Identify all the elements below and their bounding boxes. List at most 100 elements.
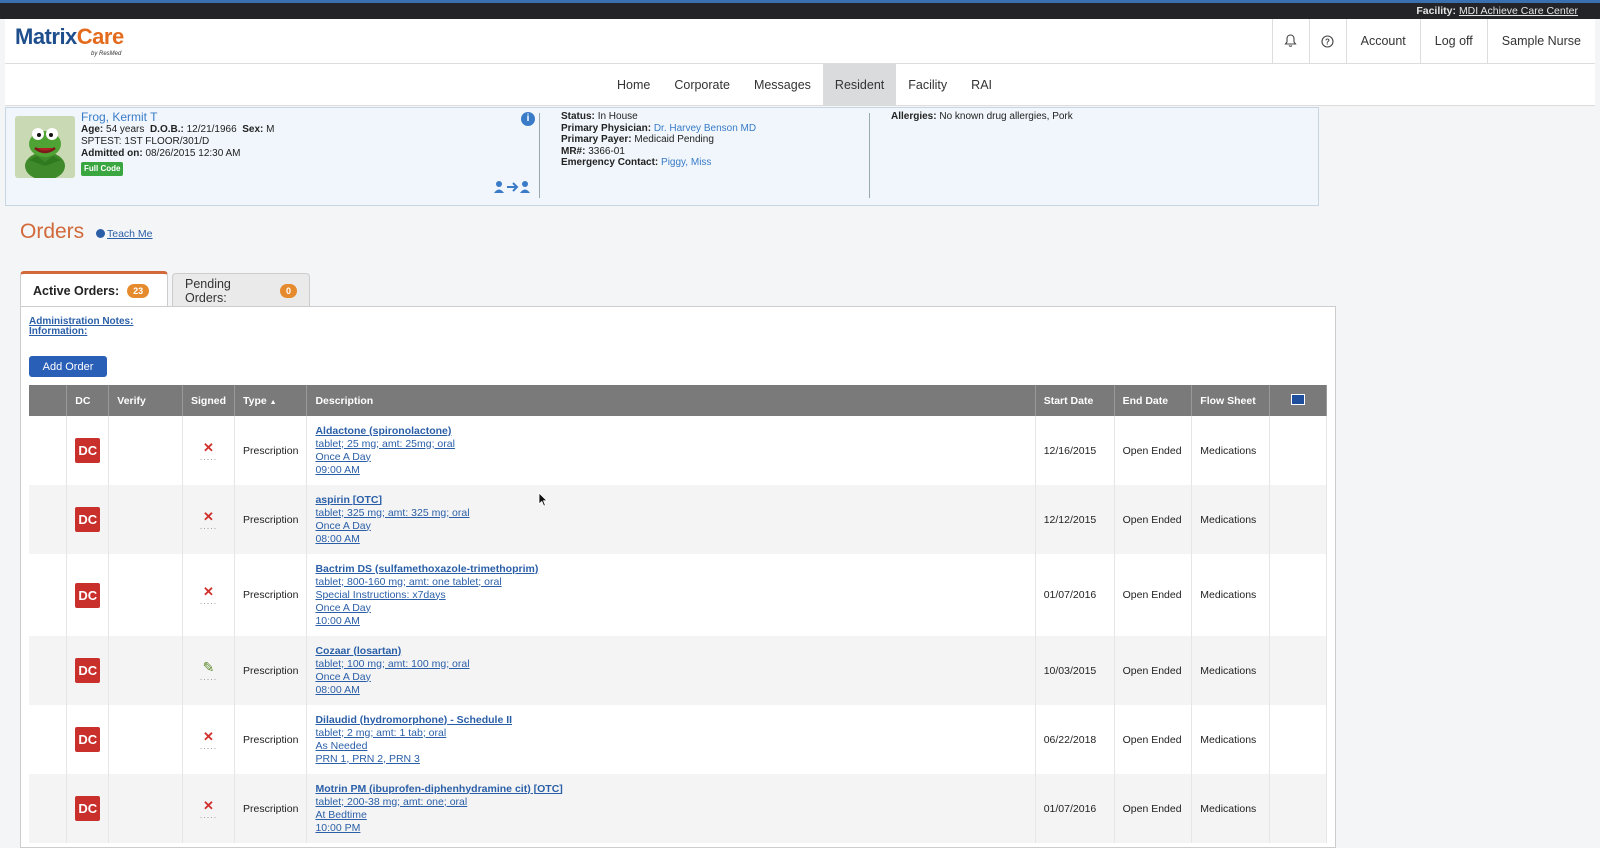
col-type[interactable]: Type ▲ <box>234 385 308 416</box>
description-cell: Cozaar (losartan) tablet; 100 mg; amt: 10… <box>306 636 1036 705</box>
order-description-link[interactable]: 10:00 PM <box>315 822 1026 835</box>
physician-link[interactable]: Dr. Harvey Benson MD <box>654 123 756 134</box>
dc-button[interactable]: DC <box>75 582 101 608</box>
order-description-link[interactable]: At Bedtime <box>315 809 1026 822</box>
dc-button[interactable]: DC <box>75 438 101 463</box>
nav-home[interactable]: Home <box>605 64 662 106</box>
resident-location: SPTEST: 1ST FLOOR/301/D <box>81 136 210 147</box>
flag-cell[interactable] <box>1269 705 1327 774</box>
order-description-link[interactable]: Once A Day <box>315 671 1026 684</box>
order-description-link[interactable]: tablet; 2 mg; amt: 1 tab; oral <box>315 727 1026 740</box>
account-link[interactable]: Account <box>1345 19 1420 63</box>
order-description-link[interactable]: tablet; 25 mg; amt: 25mg; oral <box>315 438 1026 451</box>
verify-cell <box>108 705 183 774</box>
resident-photo[interactable] <box>15 116 75 178</box>
dc-button[interactable]: DC <box>75 658 101 683</box>
select-cell[interactable] <box>29 705 68 774</box>
flag-cell[interactable] <box>1269 485 1327 554</box>
order-description-link[interactable]: 08:00 AM <box>315 684 1026 697</box>
order-description-link[interactable]: tablet; 200-38 mg; amt: one; oral <box>315 796 1026 809</box>
resident-admitted: 08/26/2015 12:30 AM <box>145 148 241 159</box>
order-description-link[interactable]: Once A Day <box>315 520 1026 533</box>
order-description-link[interactable]: Once A Day <box>315 451 1026 464</box>
table-row[interactable]: DC ✕..... Prescription Dilaudid (hydromorph… <box>29 705 1327 774</box>
order-description-link[interactable]: 10:00 AM <box>315 615 1026 628</box>
order-description-link[interactable]: Aldactone (spironolactone) <box>315 425 1026 438</box>
order-description-link[interactable]: Bactrim DS (sulfamethoxazole-trimethopri… <box>315 563 1026 576</box>
resident-banner: Frog, Kermit T Age: 54 years D.O.B.: 12/… <box>5 107 1319 206</box>
verify-cell <box>108 774 183 843</box>
verify-cell <box>108 416 183 485</box>
order-description-link[interactable]: aspirin [OTC] <box>315 494 1026 507</box>
dc-button[interactable]: DC <box>75 727 101 752</box>
start-date-cell: 01/07/2016 <box>1035 554 1115 636</box>
order-description-link[interactable]: tablet; 800-160 mg; amt: one tablet; ora… <box>315 576 1026 589</box>
table-row[interactable]: DC ✕..... Prescription aspirin [OTC] tablet;… <box>29 485 1327 554</box>
table-row[interactable]: DC ✎..... Prescription Cozaar (losartan) tab… <box>29 636 1327 705</box>
tab-pending-orders[interactable]: Pending Orders: 0 <box>172 273 310 307</box>
table-row[interactable]: DC ✕..... Prescription Bactrim DS (sulfamet… <box>29 554 1327 636</box>
dc-button[interactable]: DC <box>75 796 101 821</box>
order-description-link[interactable]: 08:00 AM <box>315 533 1026 546</box>
order-description-link[interactable]: Motrin PM (ibuprofen-diphenhydramine cit… <box>315 783 1026 796</box>
col-end-date[interactable]: End Date <box>1114 385 1193 416</box>
emergency-contact-link[interactable]: Piggy, Miss <box>661 157 711 168</box>
col-flow-sheet[interactable]: Flow Sheet <box>1191 385 1271 416</box>
nav-rai[interactable]: RAI <box>959 64 1004 106</box>
user-menu[interactable]: Sample Nurse <box>1486 19 1595 63</box>
order-description-link[interactable]: Cozaar (losartan) <box>315 645 1026 658</box>
order-description-link[interactable]: tablet; 325 mg; amt: 325 mg; oral <box>315 507 1026 520</box>
col-start-date[interactable]: Start Date <box>1035 385 1115 416</box>
table-row[interactable]: DC ✕..... Prescription Aldactone (spironola… <box>29 416 1327 485</box>
col-dc[interactable]: DC <box>66 385 110 416</box>
select-cell[interactable] <box>29 554 68 636</box>
logoff-link[interactable]: Log off <box>1419 19 1487 63</box>
resident-name[interactable]: Frog, Kermit T <box>81 111 274 123</box>
col-flag[interactable] <box>1269 385 1327 416</box>
tab-active-orders[interactable]: Active Orders: 23 <box>20 271 168 307</box>
logo[interactable]: MatrixCare by ResMed <box>15 24 124 57</box>
resident-sex: M <box>266 124 275 135</box>
flag-cell[interactable] <box>1269 416 1327 485</box>
order-description-link[interactable]: Special Instructions: x7days <box>315 589 1026 602</box>
description-cell: Aldactone (spironolactone) tablet; 25 mg;… <box>306 416 1036 485</box>
col-signed[interactable]: Signed <box>182 385 236 416</box>
order-description-link[interactable]: As Needed <box>315 740 1026 753</box>
select-cell[interactable] <box>29 774 68 843</box>
end-date-cell: Open Ended <box>1114 774 1193 843</box>
nav-resident[interactable]: Resident <box>822 64 897 106</box>
dc-button[interactable]: DC <box>75 507 101 532</box>
nav-messages[interactable]: Messages <box>742 64 823 106</box>
col-verify[interactable]: Verify <box>108 385 183 416</box>
signed-cell: ✕..... <box>182 705 236 774</box>
notification-button[interactable] <box>1271 19 1309 63</box>
col-description[interactable]: Description <box>306 385 1036 416</box>
flag-cell[interactable] <box>1269 774 1327 843</box>
facility-link[interactable]: MDI Achieve Care Center <box>1459 5 1578 17</box>
admin-notes-link[interactable]: Administration Notes: Information: <box>29 317 133 337</box>
transfer-icon[interactable] <box>494 180 532 197</box>
select-cell[interactable] <box>29 636 68 705</box>
add-order-button[interactable]: Add Order <box>29 356 107 377</box>
signed-cell: ✕..... <box>182 416 236 485</box>
order-description-link[interactable]: Dilaudid (hydromorphone) - Schedule II <box>315 714 1026 727</box>
order-description-link[interactable]: 09:00 AM <box>315 464 1026 477</box>
flag-cell[interactable] <box>1269 636 1327 705</box>
select-cell[interactable] <box>29 485 68 554</box>
app-header: MatrixCare by ResMed ? Account Log off S… <box>5 19 1595 64</box>
flag-cell[interactable] <box>1269 554 1327 636</box>
order-description-link[interactable]: Once A Day <box>315 602 1026 615</box>
table-row[interactable]: DC ✕..... Prescription Motrin PM (ibuprofen… <box>29 774 1327 843</box>
teach-me-link[interactable]: Teach Me <box>96 228 153 240</box>
flow-sheet-cell: Medications <box>1191 554 1271 636</box>
info-icon[interactable]: i <box>521 112 535 126</box>
order-description-link[interactable]: tablet; 100 mg; amt: 100 mg; oral <box>315 658 1026 671</box>
nav-corporate[interactable]: Corporate <box>662 64 742 106</box>
nav-facility[interactable]: Facility <box>896 64 959 106</box>
resident-demographics: Frog, Kermit T Age: 54 years D.O.B.: 12/… <box>81 111 274 176</box>
facility-indicator: Facility: MDI Achieve Care Center <box>1416 5 1578 17</box>
select-cell[interactable] <box>29 416 68 485</box>
svg-text:?: ? <box>1325 37 1330 46</box>
help-button[interactable]: ? <box>1308 19 1346 63</box>
order-description-link[interactable]: PRN 1, PRN 2, PRN 3 <box>315 753 1026 766</box>
